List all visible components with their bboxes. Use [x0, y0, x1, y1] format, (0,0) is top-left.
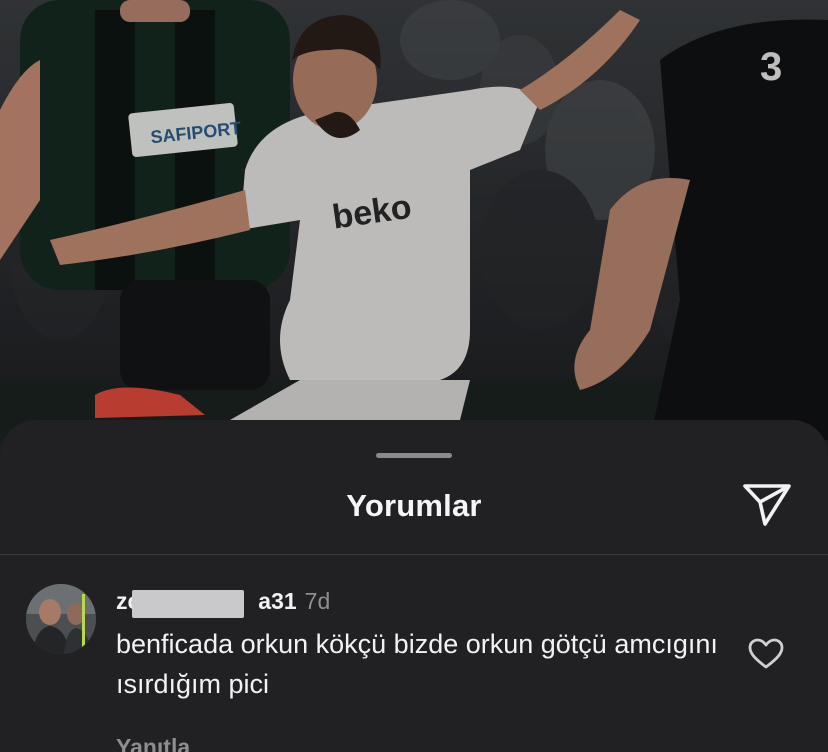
comment-item: zc a31 7d benficada orkun kökçü bizde ork…: [0, 580, 828, 752]
username[interactable]: zc a31: [116, 587, 297, 618]
sheet-title: Yorumlar: [346, 488, 482, 523]
paper-plane-icon: [743, 484, 791, 526]
username-suffix: a31: [258, 587, 297, 614]
like-button[interactable]: [746, 634, 786, 674]
comment-text: benficada orkun kökçü bizde orkun götçü …: [116, 629, 718, 699]
avatar[interactable]: [26, 584, 96, 654]
post-photo: SAFIPORT 3 beko: [0, 0, 828, 440]
comment-header: zc a31 7d: [116, 584, 330, 618]
reply-button[interactable]: Yanıtla: [116, 734, 190, 752]
heart-outline-icon: [748, 638, 784, 669]
username-redaction: [132, 589, 244, 618]
comment-time: 7d: [304, 587, 331, 614]
football-photo-illustration: SAFIPORT 3 beko: [0, 0, 828, 440]
share-button[interactable]: [738, 480, 796, 530]
sheet-grabber[interactable]: [376, 453, 452, 458]
header-divider: [0, 554, 828, 555]
avatar-image: [26, 584, 96, 654]
comments-sheet: Yorumlar zc a31 7d benficada orkun kökçü…: [0, 420, 828, 752]
